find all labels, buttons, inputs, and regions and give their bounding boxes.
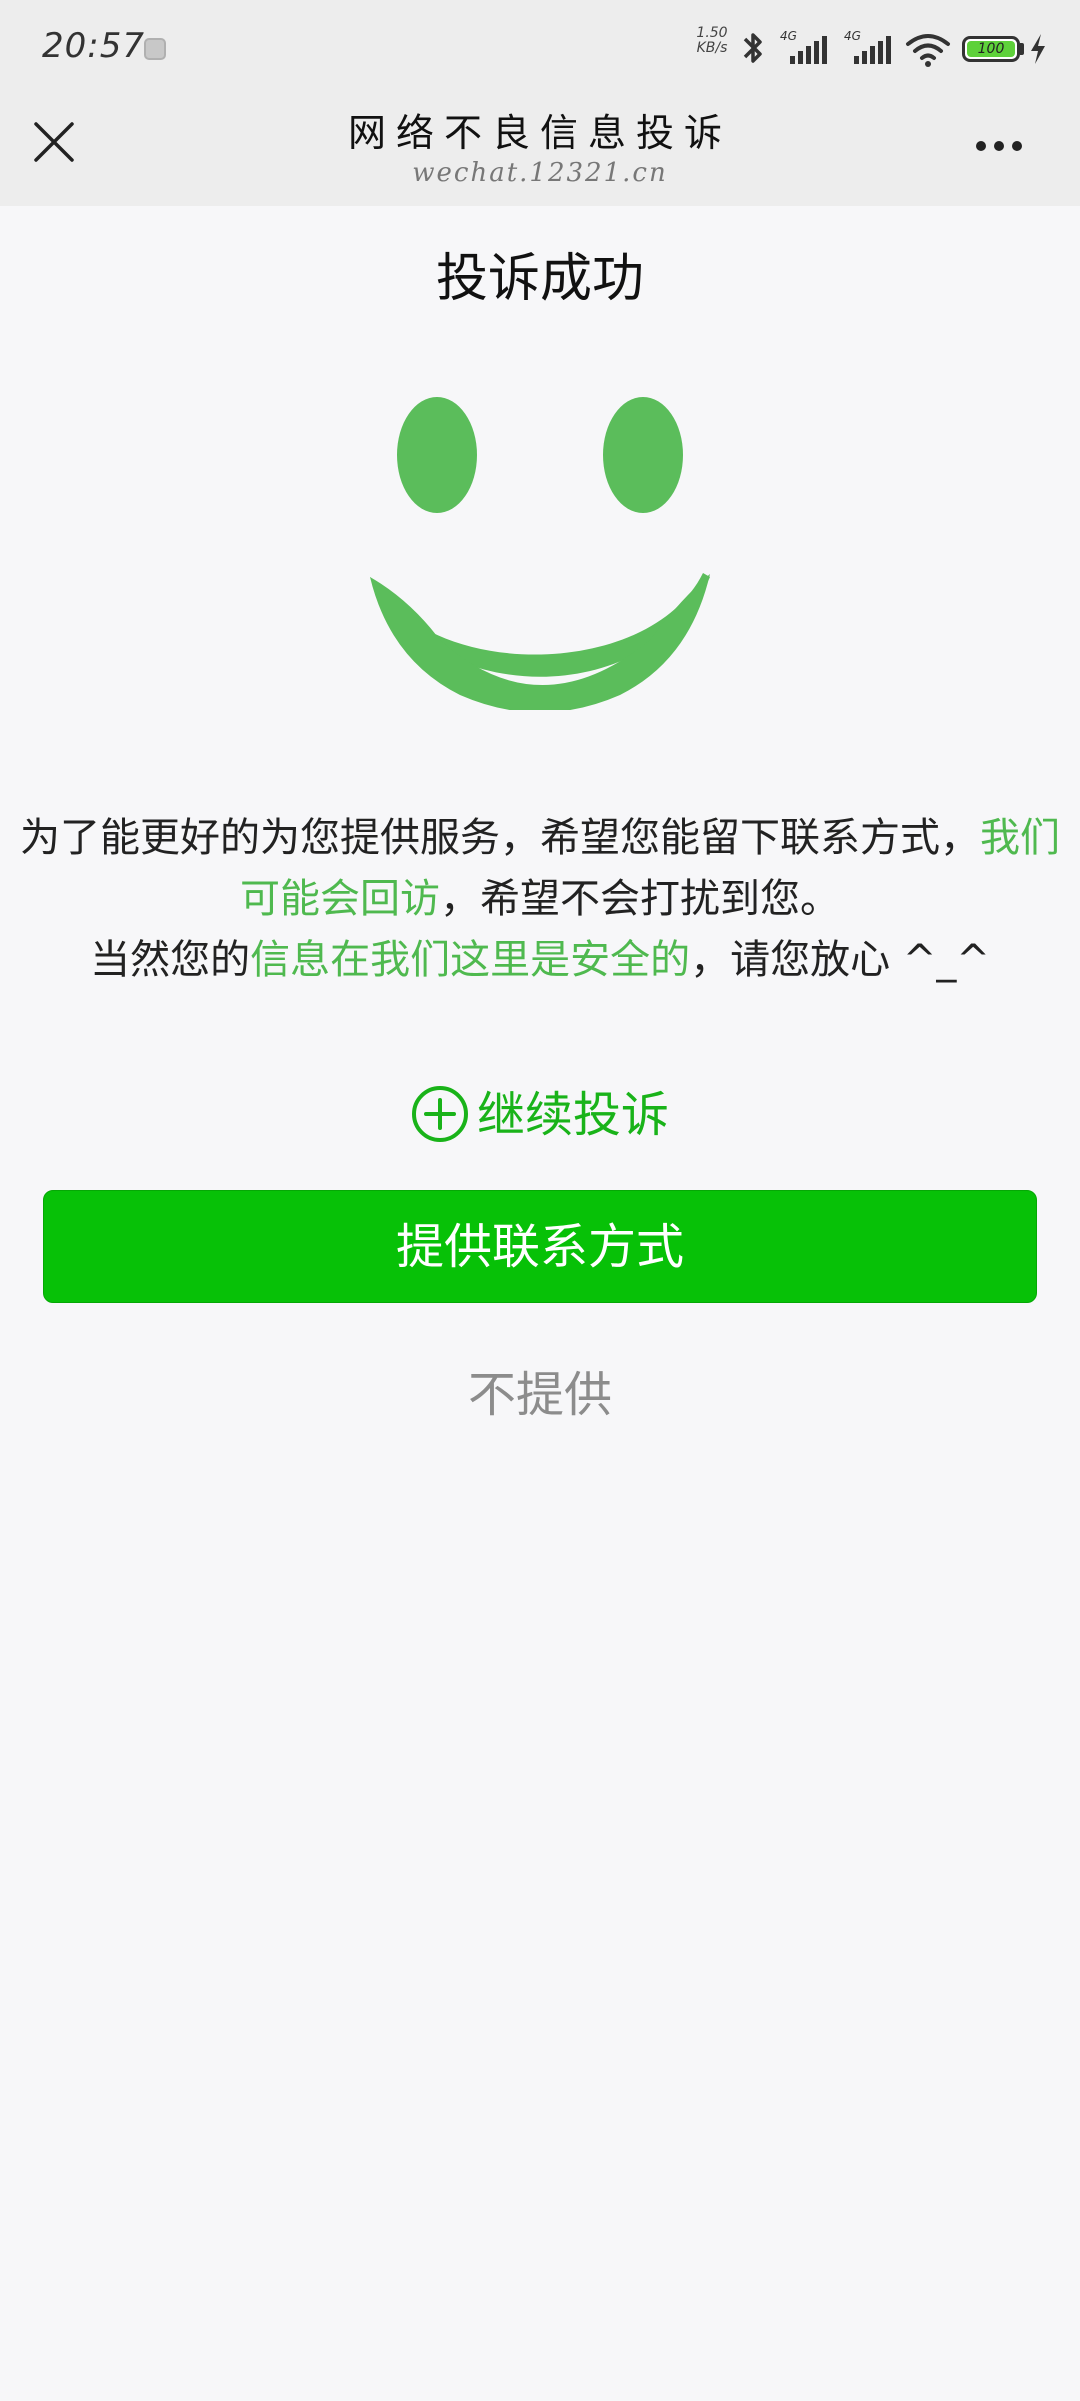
message-text-3: 当然您的 [90,937,251,983]
signal-icon-1: 4G [780,29,827,64]
smiley-icon [370,397,710,710]
battery-icon: 100 [962,36,1020,62]
message-text-2: ，希望不会打扰到您。 [440,876,840,922]
continue-complaint-link[interactable]: 继续投诉 [0,1075,1080,1147]
more-dot [1012,141,1022,151]
message-text-4: ，请您放心 ^_^ [690,937,990,983]
charging-icon [1031,34,1045,64]
status-time: 20:57 [42,26,145,66]
message-highlight-2: 信息在我们这里是安全的 [250,937,691,983]
battery-level: 100 [967,41,1015,57]
provide-contact-button[interactable]: 提供联系方式 [43,1190,1037,1303]
plus-circle-icon [411,1086,468,1142]
wifi-icon [906,34,950,67]
info-message: 为了能更好的为您提供服务，希望您能留下联系方式，我们可能会回访，希望不会打扰到您… [10,808,1070,991]
decline-button[interactable]: 不提供 [0,1355,1080,1425]
page-domain: wechat.12321.cn [412,158,668,188]
nav-bar: 网络不良信息投诉 wechat.12321.cn [0,96,1080,206]
network-speed-unit: KB/s [696,40,728,56]
bluetooth-icon [743,33,762,63]
notification-icon [144,38,166,60]
more-dot [976,141,986,151]
battery-tip [1020,43,1024,55]
signal-label-2: 4G [844,29,861,43]
success-title: 投诉成功 [435,249,644,309]
page-title-bar: 网络不良信息投诉 [347,111,732,155]
more-icon[interactable] [976,136,1032,156]
continue-complaint-label: 继续投诉 [476,1087,669,1143]
network-speed: 1.50 KB/s [690,26,734,56]
signal-label-1: 4G [780,29,797,43]
more-dot [994,141,1004,151]
status-bar: 20:57 1.50 KB/s 4G 4G 100 [0,0,1080,96]
network-speed-value: 1.50 [696,25,728,41]
signal-icon-2: 4G [844,29,891,64]
message-text-1: 为了能更好的为您提供服务，希望您能留下联系方式， [20,815,980,861]
